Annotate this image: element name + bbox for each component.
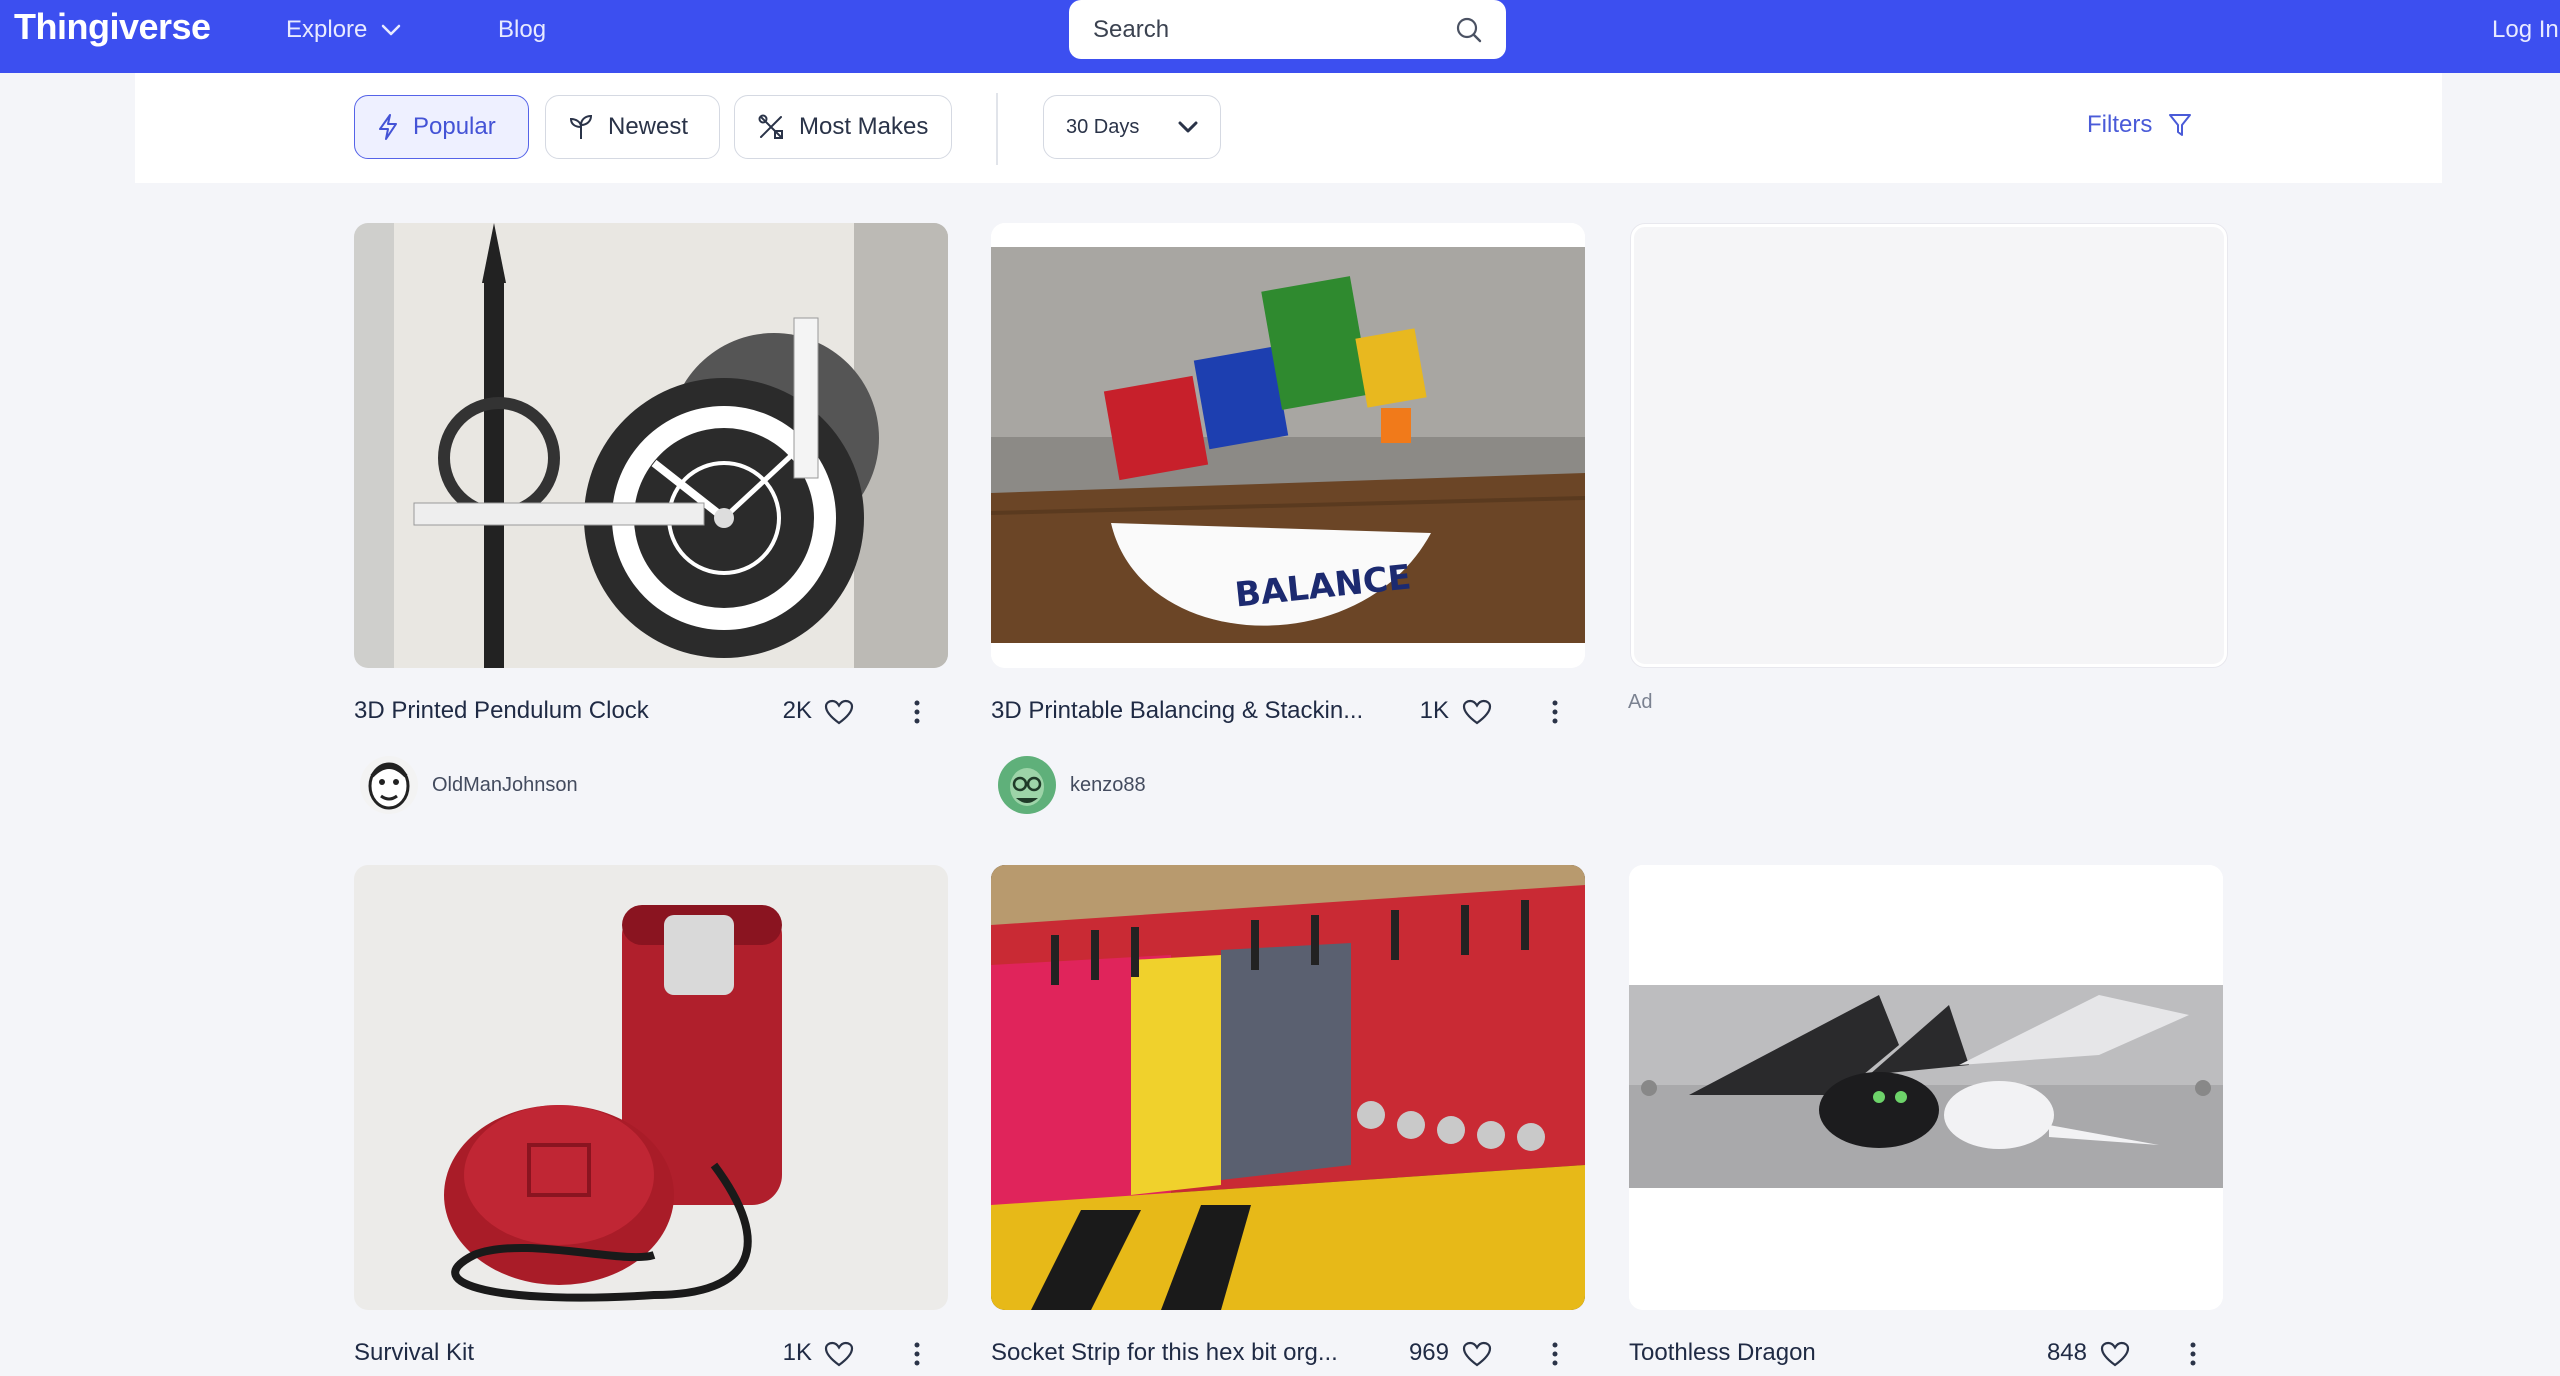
thing-image[interactable]: BALANCE: [991, 223, 1585, 668]
heart-icon[interactable]: [1462, 1341, 1492, 1367]
avatar: [360, 756, 418, 814]
blog-label: Blog: [498, 16, 547, 43]
thing-title[interactable]: Toothless Dragon: [1629, 1339, 2009, 1367]
more-options-icon[interactable]: [912, 699, 922, 725]
heart-icon[interactable]: [2100, 1341, 2130, 1367]
thingiverse-logo[interactable]: Thingiverse: [14, 6, 211, 48]
search-box: [1069, 0, 1506, 59]
sort-most-makes-label: Most Makes: [799, 113, 929, 140]
sort-newest-button[interactable]: Newest: [545, 95, 720, 159]
search-icon[interactable]: [1454, 15, 1484, 45]
thing-image[interactable]: [991, 865, 1585, 1310]
like-count: 848: [2046, 1339, 2087, 1366]
author-name: kenzo88: [1070, 773, 1146, 796]
sort-most-makes-button[interactable]: Most Makes: [734, 95, 952, 159]
filters-label: Filters: [2087, 111, 2153, 138]
like-count: 1K: [782, 1339, 812, 1366]
author-link[interactable]: OldManJohnson: [360, 756, 578, 814]
time-period-value: 30 Days: [1066, 115, 1140, 138]
author-name: OldManJohnson: [432, 773, 578, 796]
thing-image[interactable]: [354, 223, 948, 668]
chevron-down-icon: [1178, 121, 1198, 133]
like-count: 1K: [1419, 697, 1449, 724]
funnel-icon: [2169, 114, 2192, 136]
top-navigation-bar: Thingiverse Explore Blog Log In: [0, 0, 2560, 73]
filter-divider: [996, 93, 998, 165]
more-options-icon[interactable]: [1550, 699, 1560, 725]
more-options-icon[interactable]: [2188, 1341, 2198, 1367]
blog-link[interactable]: Blog: [498, 16, 546, 44]
sort-newest-label: Newest: [608, 113, 689, 140]
sort-filter-bar: Popular Newest Most Makes 30 Days Filter…: [135, 73, 2442, 183]
chevron-down-icon: [382, 24, 401, 36]
time-period-dropdown[interactable]: 30 Days: [1043, 95, 1221, 159]
lightning-icon: [379, 114, 397, 140]
explore-menu[interactable]: Explore: [286, 16, 401, 44]
search-input[interactable]: [1091, 14, 1454, 45]
thing-title[interactable]: Socket Strip for this hex bit org...: [991, 1339, 1371, 1367]
heart-icon[interactable]: [824, 1341, 854, 1367]
tools-icon: [758, 114, 783, 139]
more-options-icon[interactable]: [1550, 1341, 1560, 1367]
sprout-icon: [569, 114, 593, 139]
avatar: [998, 756, 1056, 814]
filters-button[interactable]: Filters: [2087, 111, 2192, 139]
ad-label: Ad: [1628, 691, 1653, 713]
thing-title[interactable]: Survival Kit: [354, 1339, 734, 1367]
heart-icon[interactable]: [824, 699, 854, 725]
sort-popular-label: Popular: [413, 113, 496, 140]
heart-icon[interactable]: [1462, 699, 1492, 725]
thing-title[interactable]: 3D Printed Pendulum Clock: [354, 697, 734, 725]
explore-label: Explore: [286, 16, 368, 43]
like-count: 2K: [782, 697, 812, 724]
thing-title[interactable]: 3D Printable Balancing & Stackin...: [991, 697, 1371, 725]
more-options-icon[interactable]: [912, 1341, 922, 1367]
login-link[interactable]: Log In: [2492, 16, 2559, 44]
thing-image[interactable]: [354, 865, 948, 1310]
author-link[interactable]: kenzo88: [998, 756, 1146, 814]
thing-image[interactable]: [1629, 865, 2223, 1310]
sort-popular-button[interactable]: Popular: [354, 95, 529, 159]
ad-slot[interactable]: [1631, 224, 2227, 667]
like-count: 969: [1408, 1339, 1449, 1366]
